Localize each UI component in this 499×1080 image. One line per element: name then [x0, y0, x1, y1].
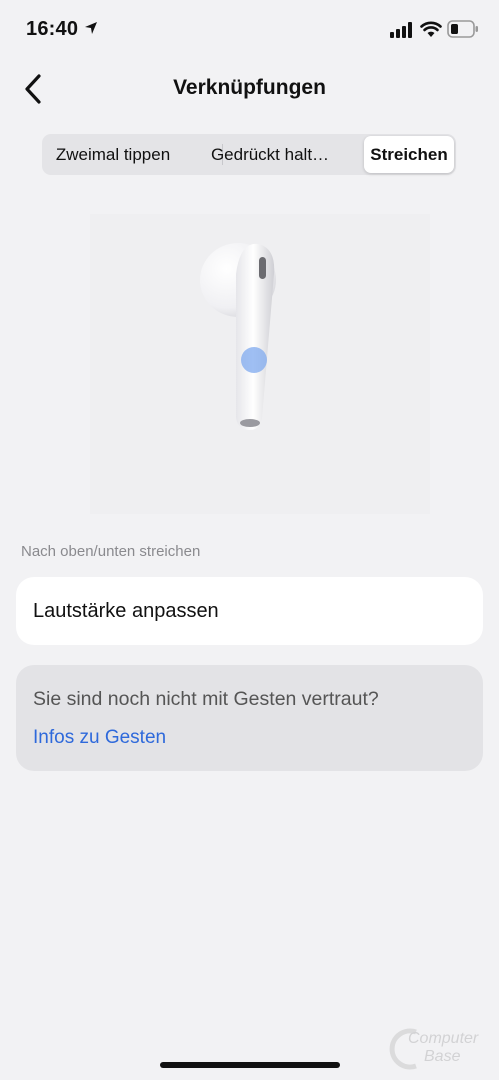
- page-title: Verknüpfungen: [173, 76, 326, 99]
- gesture-help-card: Sie sind noch nicht mit Gesten vertraut?…: [16, 665, 483, 771]
- gesture-action-row[interactable]: Lautstärke anpassen: [16, 577, 483, 645]
- cellular-signal-icon: [390, 22, 412, 38]
- battery-icon: [447, 20, 478, 38]
- home-indicator[interactable]: [160, 1062, 340, 1068]
- watermark-line1: Computer: [408, 1030, 479, 1047]
- help-question: Sie sind noch nicht mit Gesten vertraut?: [33, 688, 379, 710]
- status-time: 16:40: [26, 18, 79, 40]
- watermark-line2: Base: [424, 1048, 461, 1065]
- computerbase-watermark: Computer Base: [388, 1024, 488, 1074]
- status-bar: 16:40: [0, 0, 499, 60]
- location-arrow-icon: [85, 22, 97, 34]
- touch-point-indicator: [241, 347, 267, 373]
- gesture-action-label: Lautstärke anpassen: [33, 600, 219, 622]
- earbud-illustration: [90, 214, 430, 514]
- segment-press-hold[interactable]: Gedrückt halt…: [180, 134, 360, 175]
- wifi-icon: [420, 21, 442, 37]
- gesture-info-link[interactable]: Infos zu Gesten: [33, 727, 166, 749]
- gesture-segmented-control: Zweimal tippen Gedrückt halt… Streichen: [42, 134, 456, 175]
- segment-swipe[interactable]: Streichen: [364, 136, 454, 173]
- segment-double-tap[interactable]: Zweimal tippen: [46, 134, 180, 175]
- section-label: Nach oben/unten streichen: [21, 543, 201, 560]
- earbud-image: [200, 243, 276, 430]
